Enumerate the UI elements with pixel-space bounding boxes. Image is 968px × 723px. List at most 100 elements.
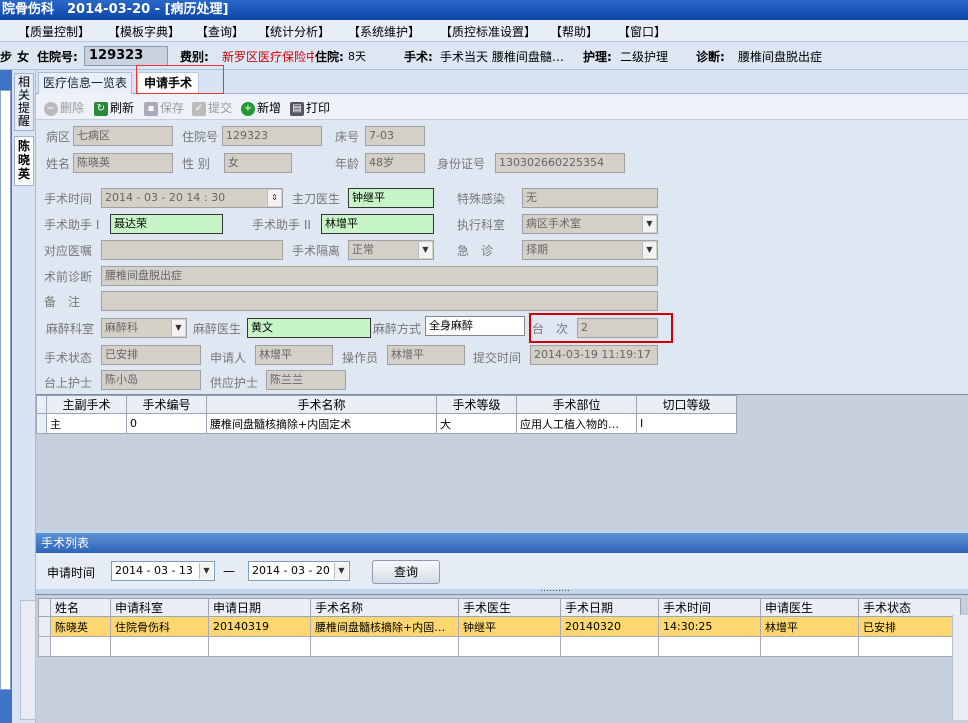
col-header[interactable]: 切口等级 <box>636 395 737 414</box>
table-cell[interactable] <box>658 636 761 657</box>
assistant2-field[interactable]: 林增平 <box>321 214 434 234</box>
infection-field[interactable]: 无 <box>522 188 658 208</box>
dropdown-icon[interactable]: ▼ <box>642 216 656 232</box>
table-cell[interactable]: 陈晓英 <box>50 616 111 637</box>
applicant-field[interactable]: 林增平 <box>255 345 333 365</box>
table-cell[interactable] <box>110 636 209 657</box>
exec-dept-select[interactable]: 病区手术室 ▼ <box>522 214 658 234</box>
col-header[interactable]: 手术编号 <box>126 395 207 414</box>
splitter-handle[interactable]: ………. <box>540 585 576 594</box>
vertical-scrollbar[interactable] <box>952 615 968 720</box>
new-button[interactable]: + 新增 <box>241 99 281 116</box>
table-row[interactable]: 主 0 腰椎间盘髓核摘除+内固定术 大 应用人工植入物的… I <box>36 413 737 434</box>
calendar-dropdown-icon[interactable]: ▼ <box>334 563 348 579</box>
table-cell[interactable] <box>760 636 859 657</box>
menu-qc-standard[interactable]: 【质控标准设置】 <box>440 23 536 40</box>
tab-reminder[interactable]: 相关提醒 <box>14 73 34 131</box>
surgeon-field[interactable]: 钟继平 <box>348 188 434 208</box>
age-field[interactable]: 48岁 <box>365 153 425 173</box>
table-cell[interactable] <box>310 636 459 657</box>
col-header[interactable]: 申请日期 <box>208 598 311 617</box>
table-cell[interactable]: 20140320 <box>560 616 659 637</box>
prediag-field[interactable]: 腰椎间盘脱出症 <box>101 266 658 286</box>
table-cell[interactable]: 腰椎间盘髓核摘除+内固定术 <box>206 413 437 434</box>
refresh-button[interactable]: ↻ 刷新 <box>94 99 134 116</box>
table-cell[interactable] <box>560 636 659 657</box>
anes-doctor-field[interactable]: 黄文 <box>247 318 371 338</box>
print-button[interactable]: ▤ 打印 <box>290 99 330 116</box>
window-title: 院骨伤科 2014-03-20 - [病历处理] <box>0 0 968 20</box>
table-cell[interactable] <box>208 636 311 657</box>
table-cell[interactable]: 应用人工植入物的… <box>516 413 637 434</box>
col-header[interactable]: 姓名 <box>50 598 111 617</box>
assistant1-field[interactable]: 聂达荣 <box>110 214 223 234</box>
name-field[interactable]: 陈晓英 <box>73 153 173 173</box>
left-scrollbar[interactable] <box>20 600 36 720</box>
table-cell[interactable]: 腰椎间盘髓核摘除+内固… <box>310 616 459 637</box>
date-from-field[interactable]: 2014 - 03 - 13 ▼ <box>111 561 215 581</box>
submit-button[interactable]: ✓ 提交 <box>192 99 232 116</box>
menu-stats[interactable]: 【统计分析】 <box>258 23 330 40</box>
table-cell[interactable]: 已安排 <box>858 616 961 637</box>
table-cell[interactable]: 14:30:25 <box>658 616 761 637</box>
table-cell[interactable]: 住院骨伤科 <box>110 616 209 637</box>
col-header[interactable]: 主副手术 <box>46 395 127 414</box>
note-field[interactable] <box>101 291 658 311</box>
table-cell[interactable] <box>858 636 961 657</box>
menu-template[interactable]: 【模板字典】 <box>108 23 180 40</box>
col-header[interactable]: 手术日期 <box>560 598 659 617</box>
save-button[interactable]: ▪ 保存 <box>144 99 184 116</box>
col-header[interactable]: 手术医生 <box>458 598 561 617</box>
spinner-icon[interactable]: ⇕ <box>267 190 281 206</box>
menu-quality[interactable]: 【质量控制】 <box>18 23 90 40</box>
table-cell[interactable]: I <box>636 413 737 434</box>
table-cell[interactable]: 钟继平 <box>458 616 561 637</box>
isolation-select[interactable]: 正常 ▼ <box>348 240 434 260</box>
calendar-dropdown-icon[interactable]: ▼ <box>199 563 213 579</box>
col-header[interactable]: 手术等级 <box>436 395 517 414</box>
ward-field[interactable]: 七病区 <box>73 126 173 146</box>
emergency-select[interactable]: 择期 ▼ <box>522 240 658 260</box>
dropdown-icon[interactable]: ▼ <box>171 320 185 336</box>
table-row-selected[interactable]: 陈晓英 住院骨伤科 20140319 腰椎间盘髓核摘除+内固… 钟继平 2014… <box>38 616 961 637</box>
menu-system[interactable]: 【系统维护】 <box>348 23 420 40</box>
table-cell[interactable]: 0 <box>126 413 207 434</box>
table-cell[interactable]: 林增平 <box>760 616 859 637</box>
status-field[interactable]: 已安排 <box>101 345 201 365</box>
table-cell[interactable]: 20140319 <box>208 616 311 637</box>
table-cell[interactable] <box>458 636 561 657</box>
query-button[interactable]: 查询 <box>372 560 440 584</box>
date-to-field[interactable]: 2014 - 03 - 20 ▼ <box>248 561 350 581</box>
dropdown-icon[interactable]: ▼ <box>642 242 656 258</box>
submit-time-field[interactable]: 2014-03-19 11:19:17 <box>530 345 658 365</box>
tab-patient-name[interactable]: 陈晓英 <box>14 136 34 186</box>
supply-nurse-field[interactable]: 陈兰兰 <box>266 370 346 390</box>
table-cell[interactable]: 大 <box>436 413 517 434</box>
table-row-empty[interactable] <box>38 636 961 657</box>
order-field[interactable] <box>101 240 283 260</box>
col-header[interactable]: 手术部位 <box>516 395 637 414</box>
menu-help[interactable]: 【帮助】 <box>550 23 598 40</box>
col-header[interactable]: 手术名称 <box>310 598 459 617</box>
sex-field[interactable]: 女 <box>224 153 292 173</box>
table-cell[interactable]: 主 <box>46 413 127 434</box>
col-header[interactable]: 申请医生 <box>760 598 859 617</box>
operator-field[interactable]: 林增平 <box>387 345 465 365</box>
anes-dept-select[interactable]: 麻醉科 ▼ <box>101 318 187 338</box>
col-header[interactable]: 手术状态 <box>858 598 961 617</box>
id-field[interactable]: 130302660225354 <box>495 153 625 173</box>
menu-window[interactable]: 【窗口】 <box>618 23 666 40</box>
col-header[interactable]: 申请科室 <box>110 598 209 617</box>
admno-field[interactable]: 129323 <box>222 126 322 146</box>
table-cell[interactable] <box>50 636 111 657</box>
menu-query[interactable]: 【查询】 <box>196 23 244 40</box>
col-header[interactable]: 手术时间 <box>658 598 761 617</box>
delete-button[interactable]: − 删除 <box>44 99 84 116</box>
tab-info-list[interactable]: 医疗信息一览表 <box>38 72 132 94</box>
anes-method-field[interactable]: 全身麻醉 <box>425 316 525 336</box>
op-time-field[interactable]: 2014 - 03 - 20 14 : 30 ⇕ <box>101 188 283 208</box>
nurse-field[interactable]: 陈小岛 <box>101 370 201 390</box>
bed-field[interactable]: 7-03 <box>365 126 425 146</box>
dropdown-icon[interactable]: ▼ <box>418 242 432 258</box>
col-header[interactable]: 手术名称 <box>206 395 437 414</box>
